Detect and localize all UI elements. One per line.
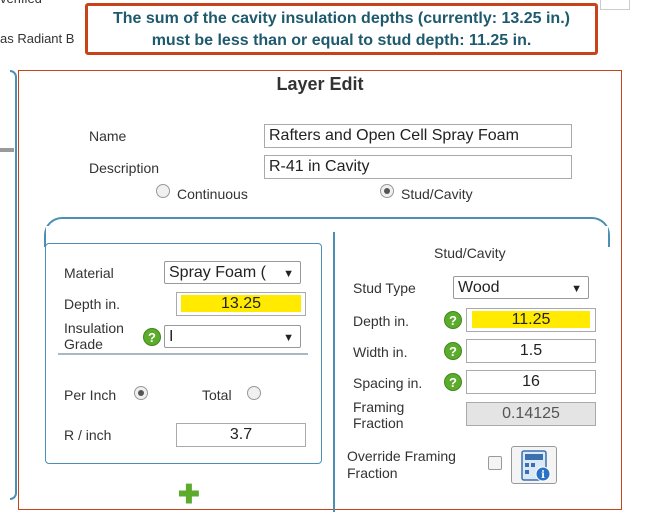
error-line-1: The sum of the cavity insulation depths …: [113, 10, 570, 27]
material-label: Material: [64, 265, 114, 281]
stud-width-input[interactable]: 1.5: [466, 339, 596, 363]
plus-icon[interactable]: ✚: [178, 481, 200, 507]
r-per-inch-input[interactable]: 3.7: [176, 423, 306, 447]
name-input[interactable]: Rafters and Open Cell Spray Foam: [264, 124, 572, 148]
override-framing-label: Override Framing Fraction: [347, 448, 456, 481]
continuous-label: Continuous: [177, 186, 248, 202]
material-depth-value: 13.25: [181, 295, 302, 312]
bg-partial-input[interactable]: [600, 0, 630, 10]
framing-fraction-label: Framing Fraction: [353, 399, 405, 431]
total-radio[interactable]: [247, 386, 261, 400]
chevron-down-icon: ▼: [283, 268, 294, 280]
chevron-down-icon: ▼: [571, 283, 582, 295]
continuous-radio[interactable]: [156, 184, 170, 198]
stud-type-label: Stud Type: [353, 280, 416, 296]
name-label: Name: [89, 128, 127, 144]
per-inch-radio[interactable]: [134, 386, 148, 400]
per-inch-label: Per Inch: [64, 387, 117, 403]
bg-partial-label: verified: [0, 0, 42, 6]
stud-spacing-label: Spacing in.: [353, 375, 423, 391]
stud-type-value: Wood: [458, 279, 500, 296]
override-framing-checkbox[interactable]: [488, 456, 502, 470]
stud-cavity-radio[interactable]: [380, 184, 394, 198]
stud-spacing-input[interactable]: 16: [466, 370, 596, 394]
stud-depth-help-icon[interactable]: ?: [444, 311, 462, 329]
stud-cavity-title: Stud/Cavity: [434, 245, 506, 261]
chevron-down-icon: ▼: [283, 332, 294, 344]
material-divider: [58, 353, 308, 355]
insulation-grade-help-icon[interactable]: ?: [143, 328, 161, 346]
error-line-2: must be less than or equal to stud depth…: [151, 32, 532, 49]
insulation-grade-label: Insulation Grade: [64, 320, 124, 352]
description-input[interactable]: R-41 in Cavity: [264, 155, 572, 179]
left-panel-border: [10, 70, 17, 500]
scroll-marker: [0, 148, 14, 152]
calculator-info-button[interactable]: i: [511, 446, 557, 484]
r-per-inch-label: R / inch: [64, 427, 112, 443]
material-select-value: Spray Foam (: [169, 264, 266, 281]
validation-error-message: The sum of the cavity insulation depths …: [85, 3, 598, 55]
stud-type-select[interactable]: Wood ▼: [453, 276, 589, 299]
material-select[interactable]: Spray Foam ( ▼: [164, 261, 301, 284]
stud-cavity-label: Stud/Cavity: [401, 186, 473, 202]
section-divider: [333, 232, 335, 512]
bg-radiant-label: as Radiant B: [0, 31, 75, 46]
stud-width-help-icon[interactable]: ?: [444, 342, 462, 360]
stud-spacing-help-icon[interactable]: ?: [444, 373, 462, 391]
layer-edit-title: Layer Edit: [276, 74, 364, 94]
framing-fraction-value: 0.14125: [466, 402, 596, 426]
svg-text:i: i: [541, 470, 545, 481]
stud-width-label: Width in.: [353, 344, 408, 360]
stud-depth-input[interactable]: 11.25: [466, 308, 596, 332]
material-depth-input[interactable]: 13.25: [176, 292, 306, 316]
insulation-grade-select[interactable]: I ▼: [164, 325, 301, 348]
total-label: Total: [202, 387, 232, 403]
stud-depth-value: 11.25: [471, 311, 591, 328]
insulation-grade-value: I: [169, 328, 174, 345]
calculator-info-icon: i: [521, 450, 551, 482]
material-depth-label: Depth in.: [64, 296, 121, 312]
stud-depth-label: Depth in.: [353, 313, 410, 329]
description-label: Description: [89, 160, 160, 176]
